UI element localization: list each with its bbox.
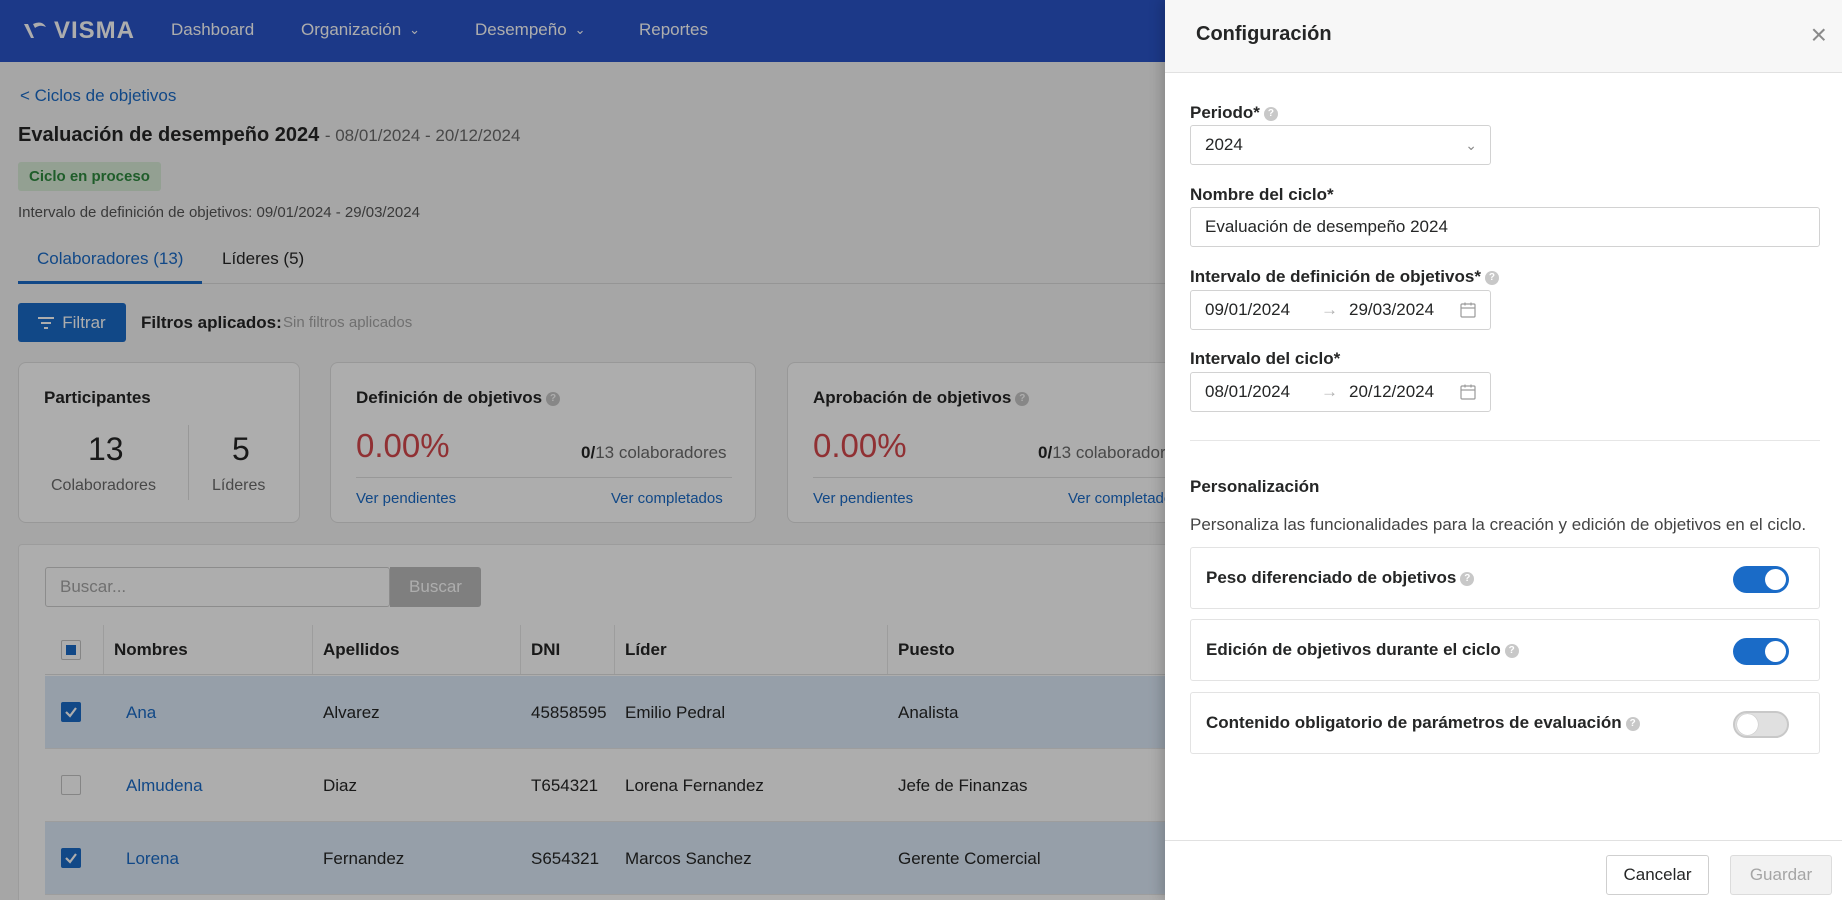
option-edit-during-cycle: Edición de objetivos durante el ciclo?: [1190, 619, 1820, 681]
personalization-title: Personalización: [1190, 477, 1320, 496]
cycle-name-input[interactable]: Evaluación de desempeño 2024: [1190, 207, 1820, 247]
toggle-knob: [1765, 569, 1786, 590]
cycle-end-date[interactable]: 20/12/2024: [1349, 373, 1434, 411]
modal-overlay[interactable]: [0, 0, 1165, 900]
configuration-drawer: Configuración × Periodo*? 2024 ⌄ Nombre …: [1165, 0, 1842, 900]
drawer-header: Configuración ×: [1165, 0, 1842, 73]
option-mandatory-evaluation: Contenido obligatorio de parámetros de e…: [1190, 692, 1820, 754]
toggle-switch[interactable]: [1733, 711, 1789, 738]
cancel-button[interactable]: Cancelar: [1606, 855, 1709, 895]
cycle-name-label: Nombre del ciclo*: [1190, 185, 1334, 204]
toggle-knob: [1737, 714, 1758, 735]
calendar-icon: [1460, 384, 1476, 400]
period-select[interactable]: 2024 ⌄: [1190, 125, 1491, 165]
help-icon[interactable]: ?: [1625, 716, 1640, 731]
option-weighted-objectives: Peso diferenciado de objetivos?: [1190, 547, 1820, 609]
arrow-right-icon: →: [1321, 382, 1338, 401]
option-label-text: Contenido obligatorio de parámetros de e…: [1206, 713, 1622, 732]
personalization-description: Personaliza las funcionalidades para la …: [1190, 515, 1807, 534]
definition-interval-label: Intervalo de definición de objetivos*?: [1190, 267, 1499, 287]
definition-interval-label-text: Intervalo de definición de objetivos*: [1190, 267, 1481, 286]
option-label: Edición de objetivos durante el ciclo?: [1206, 640, 1519, 660]
save-button[interactable]: Guardar: [1730, 855, 1832, 895]
toggle-knob: [1765, 641, 1786, 662]
divider: [1190, 440, 1820, 441]
drawer-footer: Cancelar Guardar: [1165, 840, 1842, 900]
drawer-title: Configuración: [1196, 23, 1332, 45]
definition-interval-picker[interactable]: 09/01/2024 → 29/03/2024: [1190, 290, 1491, 330]
help-icon[interactable]: ?: [1263, 106, 1278, 121]
option-label-text: Edición de objetivos durante el ciclo: [1206, 640, 1501, 659]
close-icon[interactable]: ×: [1811, 21, 1827, 49]
help-icon[interactable]: ?: [1484, 270, 1499, 285]
toggle-switch[interactable]: [1733, 566, 1789, 593]
cycle-start-date[interactable]: 08/01/2024: [1205, 373, 1290, 411]
arrow-right-icon: →: [1321, 300, 1338, 319]
period-value: 2024: [1205, 135, 1243, 154]
chevron-down-icon: ⌄: [1465, 137, 1477, 153]
option-label: Contenido obligatorio de parámetros de e…: [1206, 713, 1640, 733]
cycle-interval-label: Intervalo del ciclo*: [1190, 349, 1341, 368]
calendar-icon: [1460, 302, 1476, 318]
help-icon[interactable]: ?: [1504, 643, 1519, 658]
definition-start-date[interactable]: 09/01/2024: [1205, 291, 1290, 329]
period-label-text: Periodo*: [1190, 103, 1260, 122]
option-label-text: Peso diferenciado de objetivos: [1206, 568, 1457, 587]
definition-end-date[interactable]: 29/03/2024: [1349, 291, 1434, 329]
toggle-switch[interactable]: [1733, 638, 1789, 665]
cycle-interval-picker[interactable]: 08/01/2024 → 20/12/2024: [1190, 372, 1491, 412]
help-icon[interactable]: ?: [1460, 571, 1475, 586]
period-label: Periodo*?: [1190, 103, 1278, 123]
option-label: Peso diferenciado de objetivos?: [1206, 568, 1475, 588]
